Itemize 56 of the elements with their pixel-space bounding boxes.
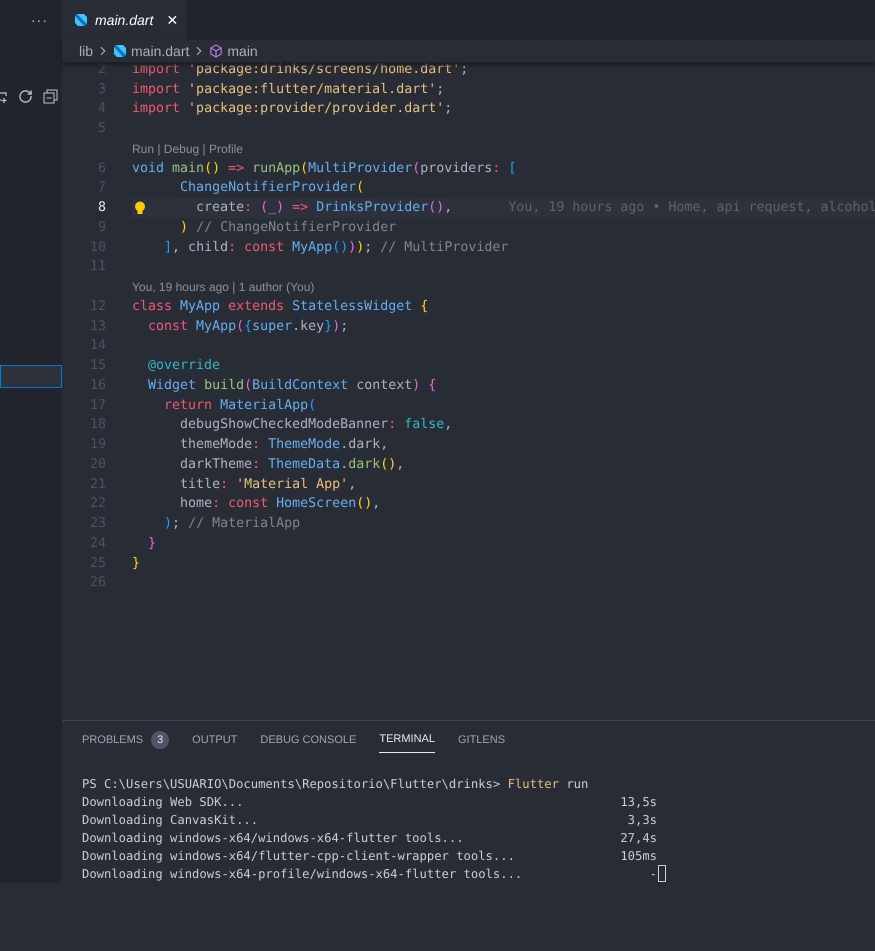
- terminal-time: 13,5s: [619, 794, 657, 811]
- code-line: ); // MaterialApp: [164, 515, 300, 534]
- code-line: ], child: const MyApp())); // MultiProvider: [164, 238, 508, 257]
- problems-count-badge: 3: [151, 731, 170, 749]
- tab-label: main.dart: [95, 10, 154, 30]
- terminal-prompt: PS C:\Users\USUARIO\Documents\Repositorio\Flutter\drinks> Flutter run: [82, 776, 590, 793]
- symbol-icon: [209, 44, 224, 58]
- terminal-line: Downloading windows-x64-profile/windows-x64-flutter tools...: [82, 866, 524, 883]
- dart-file-icon: [74, 13, 88, 27]
- code-line: ChangeNotifierProvider(: [180, 179, 364, 198]
- panel-tab[interactable]: PROBLEMS 3: [82, 727, 170, 753]
- terminal-line: Downloading windows-x64/flutter-cpp-client-wrapper tools...: [82, 848, 516, 865]
- code-line: Widget build(BuildContext context) {: [148, 376, 436, 395]
- code-line: themeMode: ThemeMode.dark,: [180, 436, 388, 454]
- close-tab-button[interactable]: ✕: [166, 10, 178, 30]
- code-line: return MaterialApp(: [164, 396, 316, 415]
- breadcrumb[interactable]: lib: [79, 40, 94, 62]
- terminal-time: 3,3s: [626, 812, 657, 829]
- code-line: @override: [148, 357, 220, 376]
- panel-tab[interactable]: TERMINAL: [379, 727, 435, 753]
- code-line: void main() => runApp(MultiProvider(providers: [: [132, 160, 516, 178]
- terminal-time: -: [648, 866, 657, 883]
- code-line: create: (_) => DrinksProvider(),: [196, 199, 452, 218]
- code-line: title: 'Material App',: [180, 476, 356, 494]
- terminal-line: Downloading windows-x64/windows-x64-flutter tools...: [82, 830, 465, 847]
- lightbulb-icon[interactable]: [134, 201, 146, 216]
- breadcrumb[interactable]: main.dart: [113, 40, 190, 62]
- line-number: 8: [96, 199, 106, 218]
- terminal-line: Downloading Web SDK...: [82, 794, 244, 811]
- code-line: import 'package:provider/provider.dart';: [132, 100, 452, 118]
- code-line: import 'package:flutter/material.dart';: [132, 80, 444, 99]
- code-line: }: [132, 554, 140, 573]
- code-line: home: const HomeScreen(),: [180, 495, 380, 514]
- code-line: const MyApp({super.key});: [148, 318, 348, 336]
- collapse-all-icon[interactable]: [43, 88, 58, 104]
- terminal-line: Downloading CanvasKit...: [82, 812, 260, 829]
- code-line: debugShowCheckedModeBanner: false,: [180, 416, 452, 434]
- code-line: }: [148, 534, 156, 553]
- editor-tab[interactable]: main.dart ✕: [62, 0, 186, 40]
- code-line: ) // ChangeNotifierProvider: [180, 218, 396, 237]
- panel-tab[interactable]: OUTPUT: [192, 727, 238, 753]
- explorer-row[interactable]: [0, 365, 62, 388]
- code-line: import 'package:drinks/screens/home.dart';: [132, 60, 468, 79]
- codelens-text[interactable]: You, 19 hours ago | 1 author (You): [132, 278, 314, 296]
- panel-tab[interactable]: DEBUG CONSOLE: [260, 727, 356, 753]
- more-actions-button[interactable]: ···: [31, 10, 48, 30]
- panel-tab[interactable]: GITLENS: [458, 727, 506, 753]
- terminal-time: 27,4s: [619, 830, 657, 847]
- codelens-text[interactable]: Run | Debug | Profile: [132, 140, 243, 158]
- code-line: darkTheme: ThemeData.dark(),: [180, 456, 404, 474]
- breadcrumb[interactable]: main: [209, 40, 258, 62]
- code-line: class MyApp extends StatelessWidget {: [132, 298, 428, 316]
- dart-file-icon: [113, 44, 128, 58]
- refresh-icon[interactable]: [18, 88, 33, 104]
- terminal-cursor: [658, 865, 666, 882]
- terminal-time: 105ms: [619, 848, 657, 865]
